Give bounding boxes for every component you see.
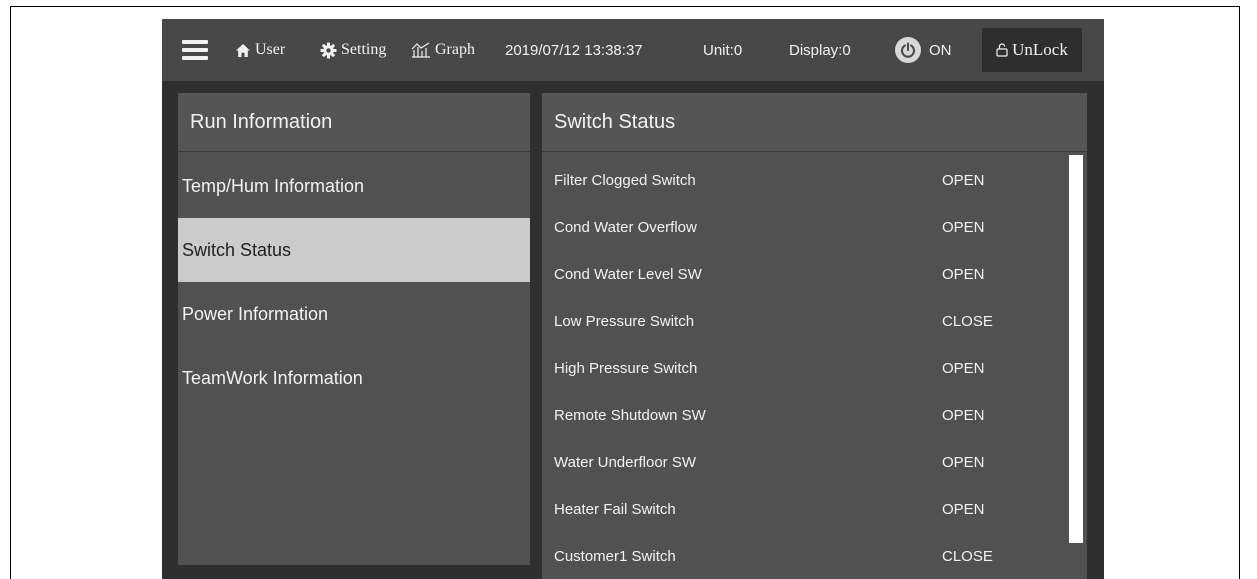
hamburger-line xyxy=(182,40,208,44)
user-label: User xyxy=(255,41,286,58)
list-item: Cond Water Level SW OPEN xyxy=(542,251,1062,298)
switch-state: CLOSE xyxy=(942,548,993,565)
power-icon xyxy=(895,37,921,63)
power-button[interactable]: ON xyxy=(895,19,952,81)
display-indicator: Display:0 xyxy=(789,41,851,59)
list-item: Customer1 Switch CLOSE xyxy=(542,533,1062,579)
list-item: Heater Fail Switch OPEN xyxy=(542,486,1062,533)
list-item: Filter Clogged Switch OPEN xyxy=(542,157,1062,204)
switch-status-panel: Switch Status Filter Clogged Switch OPEN… xyxy=(542,93,1087,579)
unlock-button[interactable]: UnLock xyxy=(982,28,1082,72)
chart-icon xyxy=(411,42,431,58)
switch-name: Customer1 Switch xyxy=(554,548,676,565)
app-screen: User Setting Graph 2019/07/12 13:38:37 U… xyxy=(162,19,1104,579)
switch-state: OPEN xyxy=(942,454,985,471)
switch-name: Remote Shutdown SW xyxy=(554,407,706,424)
run-information-title: Run Information xyxy=(178,93,530,152)
datetime-display: 2019/07/12 13:38:37 xyxy=(505,41,643,59)
switch-state: OPEN xyxy=(942,360,985,377)
switch-status-title: Switch Status xyxy=(542,93,1087,152)
graph-label: Graph xyxy=(435,41,475,58)
user-button[interactable]: User xyxy=(235,19,285,81)
unit-display: Unit:0 xyxy=(703,41,743,59)
top-bar: User Setting Graph 2019/07/12 13:38:37 U… xyxy=(162,19,1104,81)
switch-name: High Pressure Switch xyxy=(554,360,698,377)
gear-icon xyxy=(320,42,337,59)
switch-name: Cond Water Level SW xyxy=(554,266,702,283)
run-information-panel: Run Information Temp/Hum Information Swi… xyxy=(178,93,530,565)
list-item: Water Underfloor SW OPEN xyxy=(542,439,1062,486)
switch-state: OPEN xyxy=(942,172,985,189)
hamburger-line xyxy=(182,56,208,60)
switch-name: Cond Water Overflow xyxy=(554,219,697,236)
switch-name: Filter Clogged Switch xyxy=(554,172,696,189)
menu-item-temp-hum[interactable]: Temp/Hum Information xyxy=(178,154,530,218)
menu-item-switch-status[interactable]: Switch Status xyxy=(178,218,530,282)
hamburger-line xyxy=(182,48,208,52)
switch-state: OPEN xyxy=(942,219,985,236)
switch-name: Heater Fail Switch xyxy=(554,501,676,518)
scrollbar[interactable] xyxy=(1069,155,1083,543)
switch-state: OPEN xyxy=(942,407,985,424)
list-item: High Pressure Switch OPEN xyxy=(542,345,1062,392)
list-item: Cond Water Overflow OPEN xyxy=(542,204,1062,251)
home-icon xyxy=(235,43,251,58)
switch-status-list: Filter Clogged Switch OPEN Cond Water Ov… xyxy=(542,157,1062,579)
switch-state: OPEN xyxy=(942,266,985,283)
menu-item-teamwork[interactable]: TeamWork Information xyxy=(178,346,530,410)
menu-item-power[interactable]: Power Information xyxy=(178,282,530,346)
graph-button[interactable]: Graph xyxy=(411,19,475,81)
setting-label: Setting xyxy=(341,41,387,58)
switch-name: Low Pressure Switch xyxy=(554,313,695,330)
menu-button[interactable] xyxy=(181,19,209,81)
switch-name: Water Underfloor SW xyxy=(554,454,696,471)
unlock-label: UnLock xyxy=(1012,40,1068,59)
power-label: ON xyxy=(929,41,952,59)
list-item: Remote Shutdown SW OPEN xyxy=(542,392,1062,439)
switch-state: OPEN xyxy=(942,501,985,518)
switch-state: CLOSE xyxy=(942,313,993,330)
setting-button[interactable]: Setting xyxy=(320,19,386,81)
unlock-icon xyxy=(996,43,1008,57)
list-item: Low Pressure Switch CLOSE xyxy=(542,298,1062,345)
